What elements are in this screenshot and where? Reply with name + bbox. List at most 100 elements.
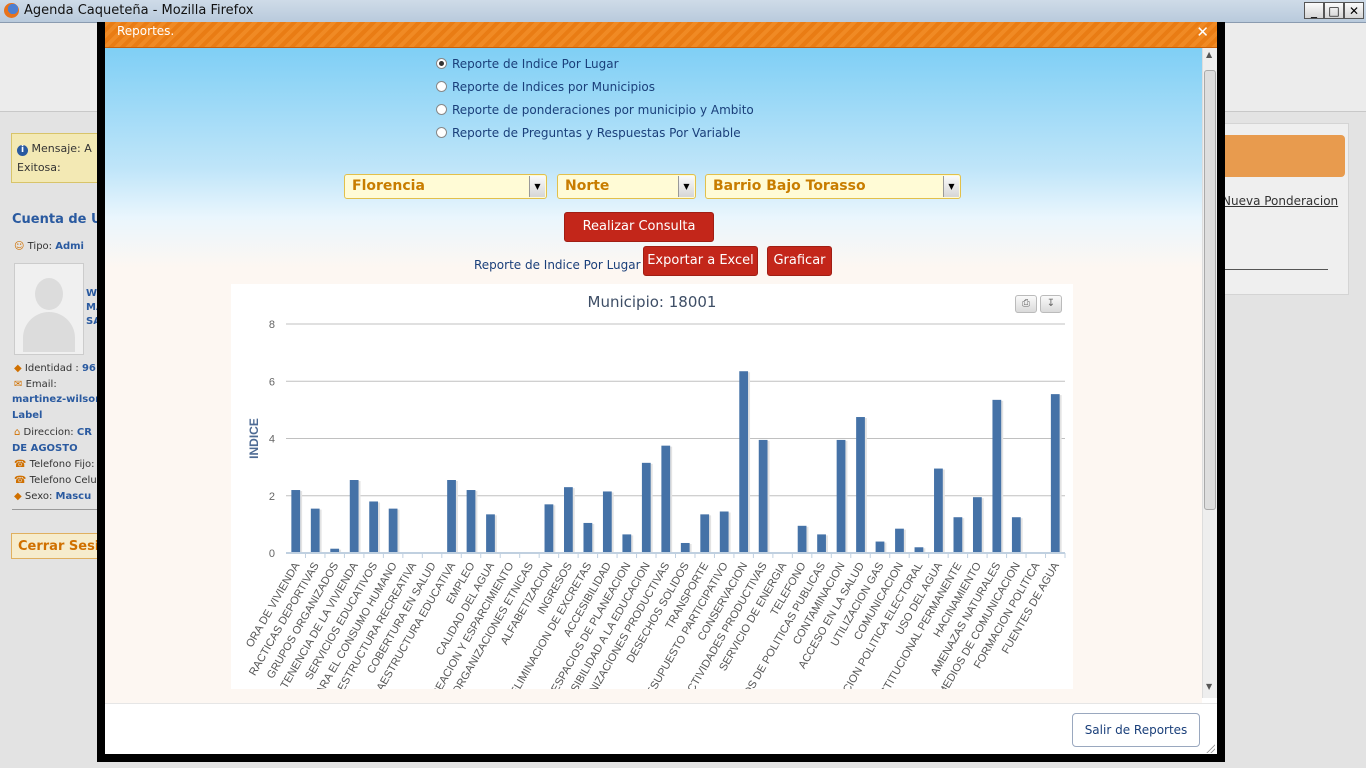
email-icon: ✉ bbox=[14, 379, 23, 390]
maximize-button[interactable]: □ bbox=[1324, 2, 1344, 19]
close-window-button[interactable]: ✕ bbox=[1344, 2, 1364, 19]
tag-icon: ◆ bbox=[14, 363, 22, 374]
firefox-icon bbox=[4, 3, 19, 18]
modal-border bbox=[1217, 22, 1225, 762]
message-label: Mensaje: bbox=[31, 142, 81, 155]
chevron-down-icon[interactable]: ▼ bbox=[943, 176, 959, 197]
bar bbox=[875, 541, 885, 553]
scroll-up-icon[interactable]: ▲ bbox=[1206, 50, 1212, 59]
bar bbox=[310, 508, 320, 553]
direccion-value-2: DE AGOSTO bbox=[12, 443, 78, 454]
y-tick-label: 2 bbox=[269, 491, 275, 503]
barrio-value: Barrio Bajo Torasso bbox=[713, 178, 866, 194]
user-icon: ☺ bbox=[14, 241, 25, 252]
barrio-select[interactable]: Barrio Bajo Torasso ▼ bbox=[705, 174, 961, 199]
modal-border bbox=[97, 754, 1225, 762]
home-icon: ⌂ bbox=[14, 427, 21, 438]
bar bbox=[934, 468, 943, 553]
close-icon[interactable]: ✕ bbox=[1196, 23, 1209, 41]
bar bbox=[544, 504, 554, 553]
bar bbox=[661, 445, 671, 553]
divider bbox=[12, 509, 106, 510]
info-icon: i bbox=[17, 145, 28, 156]
graficar-button[interactable]: Graficar bbox=[767, 246, 832, 276]
bar bbox=[739, 371, 749, 553]
identidad-label: Identidad : bbox=[24, 363, 79, 374]
bar bbox=[564, 487, 573, 553]
bar bbox=[583, 522, 593, 553]
bar bbox=[388, 508, 398, 553]
bar bbox=[953, 517, 963, 553]
bar bbox=[817, 534, 826, 553]
y-tick-label: 0 bbox=[269, 548, 275, 560]
bar bbox=[1050, 394, 1060, 553]
zona-select[interactable]: Norte ▼ bbox=[557, 174, 696, 199]
modal-scrollbar[interactable]: ▲ ▼ bbox=[1202, 48, 1217, 698]
report-type-label: Reporte de Indice Por Lugar bbox=[474, 258, 641, 272]
scrollbar-thumb[interactable] bbox=[1204, 70, 1216, 510]
logout-button[interactable]: Cerrar Sesi bbox=[11, 533, 111, 559]
divider bbox=[1222, 269, 1328, 270]
bar bbox=[1011, 517, 1021, 553]
radio-ponderaciones[interactable]: Reporte de ponderaciones por municipio y… bbox=[436, 103, 754, 117]
radio-label: Reporte de Indice Por Lugar bbox=[452, 57, 619, 71]
phone-icon: ☎ bbox=[14, 459, 27, 470]
radio-button[interactable] bbox=[436, 127, 447, 138]
direccion-value: CR bbox=[76, 427, 92, 438]
radio-label: Reporte de ponderaciones por municipio y… bbox=[452, 103, 754, 117]
reports-modal: Reportes. ✕ Reporte de Indice Por Lugar … bbox=[105, 22, 1217, 754]
tipo-value: Admi bbox=[55, 241, 84, 252]
sexo-label: Sexo: bbox=[24, 491, 53, 502]
bar bbox=[641, 462, 651, 553]
telefono-celular-label: Telefono Celu bbox=[29, 475, 97, 486]
municipio-select[interactable]: Florencia ▼ bbox=[344, 174, 547, 199]
radio-button[interactable] bbox=[436, 104, 447, 115]
zona-value: Norte bbox=[565, 178, 610, 194]
mobile-icon: ☎ bbox=[14, 475, 27, 486]
bar bbox=[486, 514, 495, 553]
tag-icon: ◆ bbox=[14, 491, 22, 502]
exportar-excel-button[interactable]: Exportar a Excel bbox=[643, 246, 758, 276]
modal-footer: Salir de Reportes bbox=[105, 703, 1217, 754]
bar bbox=[466, 490, 476, 553]
radio-indice-por-lugar[interactable]: Reporte de Indice Por Lugar bbox=[436, 57, 619, 71]
bar bbox=[758, 439, 768, 553]
direccion-label: Direccion: bbox=[23, 427, 74, 438]
chevron-down-icon[interactable]: ▼ bbox=[529, 176, 545, 197]
radio-label: Reporte de Indices por Municipios bbox=[452, 80, 656, 94]
bar bbox=[622, 534, 632, 553]
bar bbox=[447, 480, 456, 553]
tipo-label: Tipo: bbox=[27, 241, 53, 252]
realizar-consulta-button[interactable]: Realizar Consulta bbox=[564, 212, 714, 242]
radio-button[interactable] bbox=[436, 58, 447, 69]
nueva-ponderacion-link[interactable]: Nueva Ponderacion bbox=[1222, 194, 1338, 208]
email-label: Email: bbox=[25, 379, 57, 390]
y-tick-label: 6 bbox=[269, 376, 275, 388]
bar bbox=[836, 439, 846, 553]
bar bbox=[992, 399, 1002, 553]
window-title: Agenda Caqueteña - Mozilla Firefox bbox=[24, 3, 254, 18]
bar bbox=[700, 514, 710, 553]
telefono-fijo-label: Telefono Fijo: bbox=[29, 459, 95, 470]
window-titlebar: Agenda Caqueteña - Mozilla Firefox _ □ ✕ bbox=[0, 0, 1366, 23]
y-tick-label: 8 bbox=[269, 319, 275, 331]
resize-grip-icon[interactable] bbox=[1205, 743, 1215, 753]
sexo-value: Mascu bbox=[55, 491, 92, 502]
scroll-down-icon[interactable]: ▼ bbox=[1206, 682, 1212, 691]
chart-container: Municipio: 18001 ⎙ ↧ 0 2 4 6 8 INDICE ORA DE V… bbox=[231, 284, 1073, 689]
y-axis-label: INDICE bbox=[247, 418, 261, 459]
chevron-down-icon[interactable]: ▼ bbox=[678, 176, 694, 197]
message-value: A bbox=[84, 142, 92, 155]
bar bbox=[719, 511, 729, 553]
radio-label: Reporte de Preguntas y Respuestas Por Va… bbox=[452, 126, 741, 140]
email-value: martinez-wilson bbox=[12, 394, 103, 405]
radio-preguntas-respuestas[interactable]: Reporte de Preguntas y Respuestas Por Va… bbox=[436, 126, 741, 140]
radio-indices-por-municipios[interactable]: Reporte de Indices por Municipios bbox=[436, 80, 655, 94]
salir-reportes-button[interactable]: Salir de Reportes bbox=[1072, 713, 1200, 747]
radio-button[interactable] bbox=[436, 81, 447, 92]
minimize-button[interactable]: _ bbox=[1304, 2, 1324, 19]
modal-border bbox=[97, 22, 105, 762]
modal-content: Reporte de Indice Por Lugar Reporte de I… bbox=[105, 48, 1202, 703]
bar bbox=[369, 501, 379, 553]
bar bbox=[797, 525, 807, 553]
